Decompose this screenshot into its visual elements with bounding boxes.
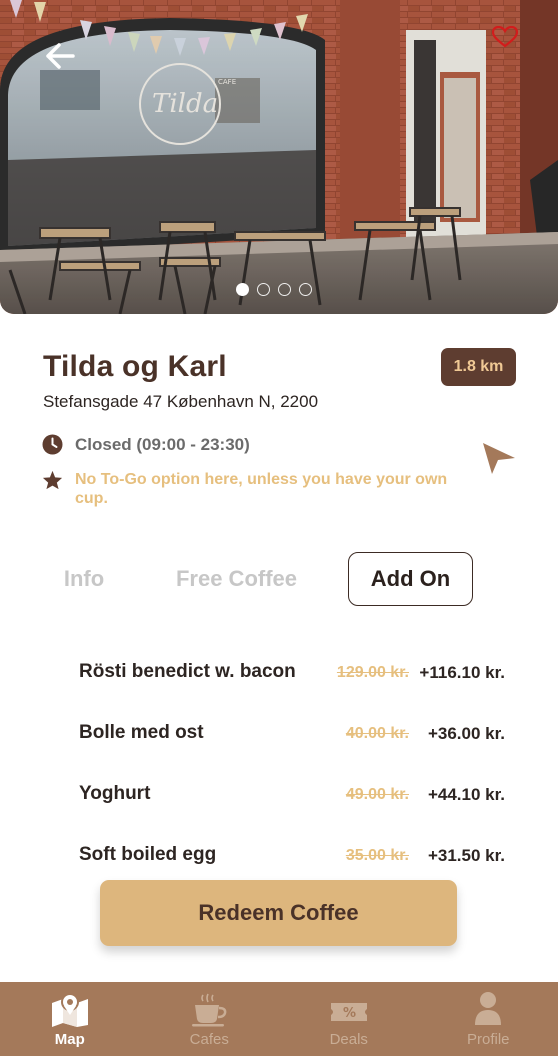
- tabbar-item-cafes[interactable]: Cafes: [140, 982, 280, 1056]
- addon-name: Yoghurt: [79, 783, 151, 804]
- navigation-arrow-icon: [483, 443, 515, 474]
- back-button[interactable]: [40, 38, 80, 74]
- addon-item[interactable]: Bolle med ost 40.00 kr. +36.00 kr.: [79, 722, 509, 752]
- coffee-cup-icon: [192, 993, 227, 1027]
- favorite-button[interactable]: [488, 22, 522, 52]
- addon-new-price: +31.50 kr.: [427, 846, 505, 865]
- addon-item[interactable]: Yoghurt 49.00 kr. +44.10 kr.: [79, 783, 509, 813]
- svg-text:%: %: [343, 1006, 356, 1021]
- tabbar-label-cafes: Cafes: [189, 1031, 229, 1048]
- bottom-tab-bar: Map Cafes % Deals Profile: [0, 982, 558, 1056]
- map-pin-icon: [51, 993, 88, 1027]
- addon-name: Bolle med ost: [79, 722, 204, 743]
- tab-info[interactable]: Info: [45, 552, 123, 606]
- tabbar-item-deals[interactable]: % Deals: [279, 982, 419, 1056]
- to-go-note: No To-Go option here, unless you have yo…: [42, 470, 462, 508]
- opening-hours: Closed (09:00 - 23:30): [42, 434, 250, 455]
- arrow-left-icon: [46, 43, 75, 69]
- tabbar-label-profile: Profile: [466, 1031, 510, 1048]
- tabbar-label-map: Map: [54, 1031, 85, 1048]
- cafe-address: Stefansgade 47 København N, 2200: [43, 392, 319, 411]
- addon-new-price: +116.10 kr.: [419, 663, 505, 682]
- carousel-dot[interactable]: [278, 283, 291, 296]
- cafe-hero-image[interactable]: Tilda CAFE: [0, 0, 558, 314]
- tabbar-item-profile[interactable]: Profile: [419, 982, 558, 1056]
- user-icon: [475, 992, 502, 1025]
- addon-name: Rösti benedict w. bacon: [79, 661, 296, 682]
- distance-badge: 1.8 km: [441, 348, 516, 386]
- carousel-dot[interactable]: [299, 283, 312, 296]
- addon-old-price: 49.00 kr.: [345, 786, 409, 803]
- directions-button[interactable]: [480, 440, 518, 481]
- addon-old-price: 129.00 kr.: [336, 664, 409, 681]
- tab-add-on[interactable]: Add On: [348, 552, 473, 606]
- addon-old-price: 35.00 kr.: [345, 847, 409, 864]
- tabbar-item-map[interactable]: Map: [0, 982, 140, 1056]
- discount-ticket-icon: %: [330, 1003, 367, 1021]
- carousel-dot[interactable]: [257, 283, 270, 296]
- note-text: No To-Go option here, unless you have yo…: [75, 471, 448, 507]
- addon-name: Soft boiled egg: [79, 844, 217, 865]
- hours-text: Closed (09:00 - 23:30): [75, 434, 250, 454]
- tab-free-coffee[interactable]: Free Coffee: [160, 552, 313, 606]
- addon-old-price: 40.00 kr.: [345, 725, 409, 742]
- addon-new-price: +44.10 kr.: [427, 785, 505, 804]
- cafe-photo: Tilda CAFE: [0, 0, 558, 314]
- clock-icon: [42, 434, 63, 455]
- heart-icon: [492, 26, 518, 48]
- cafe-name: Tilda og Karl: [43, 350, 227, 383]
- redeem-coffee-button[interactable]: Redeem Coffee: [100, 880, 457, 946]
- carousel-dot[interactable]: [236, 283, 249, 296]
- carousel-dots: [236, 283, 312, 296]
- addon-new-price: +36.00 kr.: [427, 724, 505, 743]
- addon-item[interactable]: Rösti benedict w. bacon 129.00 kr. +116.…: [79, 661, 509, 691]
- addon-item[interactable]: Soft boiled egg 35.00 kr. +31.50 kr.: [79, 844, 509, 874]
- star-icon: [42, 470, 63, 490]
- tabbar-label-deals: Deals: [329, 1031, 368, 1048]
